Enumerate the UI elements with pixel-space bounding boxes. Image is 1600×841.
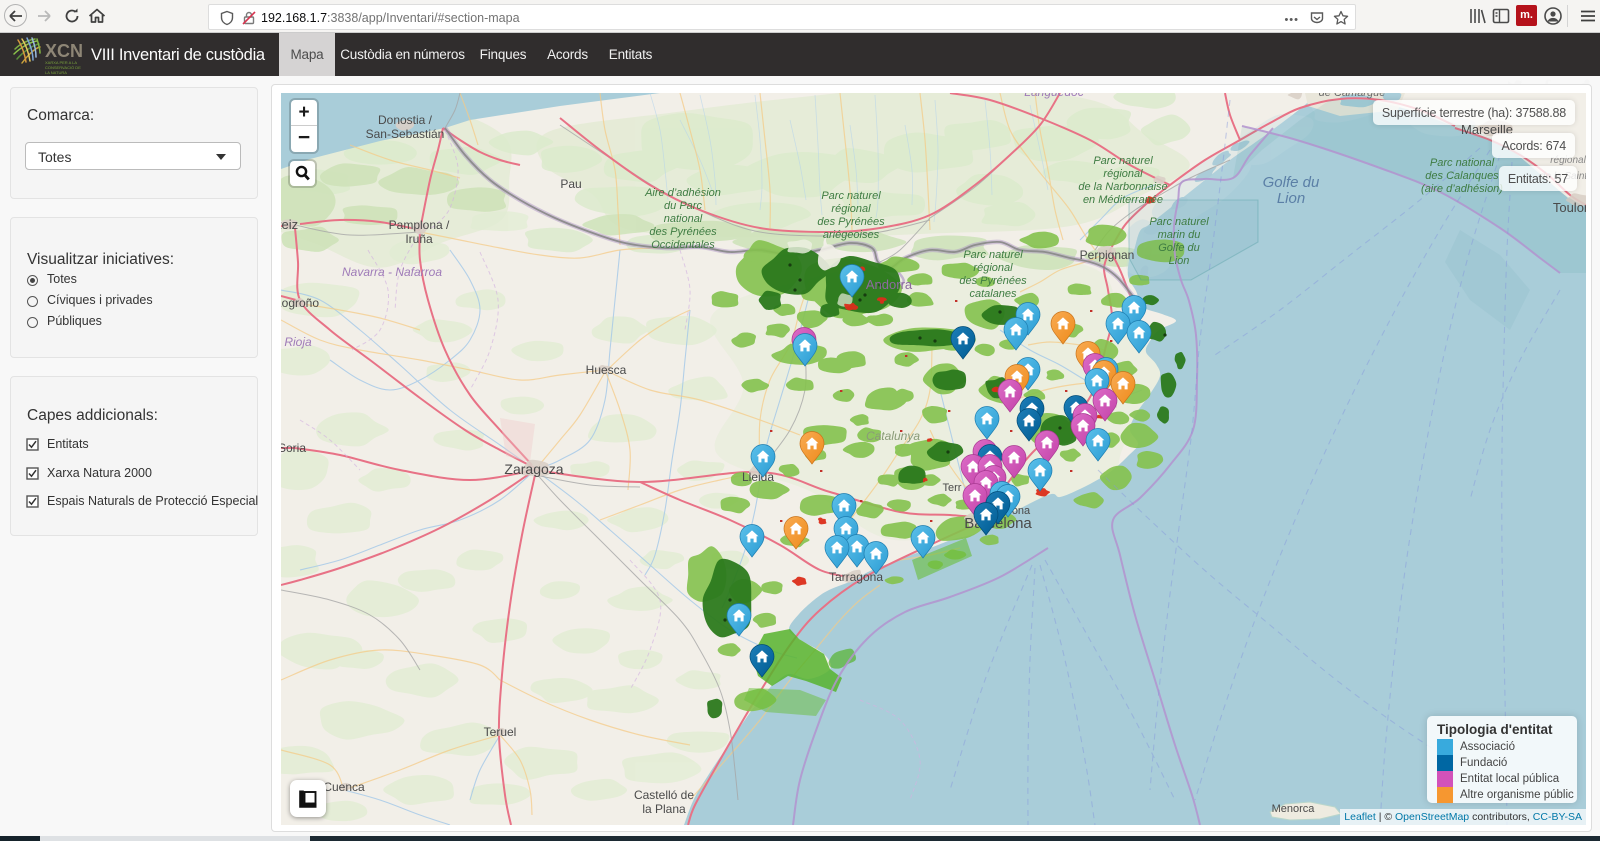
svg-text:régional: régional [831,203,871,215]
svg-text:catalanes: catalanes [969,288,1017,300]
svg-text:Parc national: Parc national [1430,157,1495,169]
svg-text:Languedoc: Languedoc [1024,93,1083,99]
svg-text:Parc naturel: Parc naturel [821,190,881,202]
svg-text:Cuenca: Cuenca [323,780,365,794]
svg-text:Pau: Pau [560,177,581,191]
svg-text:de la Narbonnaise: de la Narbonnaise [1078,181,1167,193]
svg-text:Golfe du: Golfe du [1158,242,1200,254]
svg-text:la Plana: la Plana [642,802,686,816]
svg-text:régional: régional [973,262,1013,274]
svg-text:Teruel: Teruel [484,725,517,739]
svg-text:Menorca: Menorca [1272,803,1316,815]
svg-text:Parc naturel: Parc naturel [1149,216,1209,228]
svg-text:LA NATURA: LA NATURA [45,70,67,75]
svg-text:Soria: Soria [281,441,306,455]
svg-text:Aire d’adhésion: Aire d’adhésion [644,187,721,199]
svg-text:national: national [664,213,703,225]
svg-text:ariégeoises: ariégeoises [823,229,880,241]
svg-text:Parc naturel: Parc naturel [963,249,1023,261]
svg-text:en Méditerranée: en Méditerranée [1083,194,1163,206]
svg-text:des Calanques: des Calanques [1425,170,1499,182]
svg-text:teiz: teiz [281,217,298,232]
svg-text:Donostia /: Donostia / [378,113,433,127]
svg-text:Lion: Lion [1169,255,1190,267]
svg-text:Lion: Lion [1277,190,1305,207]
svg-text:Navarra - Nafarroa: Navarra - Nafarroa [342,265,442,279]
svg-text:Zaragoza: Zaragoza [504,461,563,477]
svg-text:Parc naturel: Parc naturel [1093,155,1153,167]
svg-text:Logroño: Logroño [281,296,319,310]
svg-text:des Pyrénées: des Pyrénées [959,275,1027,287]
svg-text:Toulon: Toulon [1553,200,1586,215]
svg-text:Iruña: Iruña [405,232,433,246]
svg-text:XCN: XCN [45,41,83,61]
svg-text:Occidentales: Occidentales [651,239,715,251]
svg-text:a Rioja: a Rioja [281,335,312,349]
svg-text:Castelló de: Castelló de [634,788,694,802]
svg-text:du Parc: du Parc [664,200,702,212]
svg-text:(aire d’adhésion): (aire d’adhésion) [1421,183,1503,195]
svg-text:Catalunya: Catalunya [866,429,920,443]
svg-text:San-Sebastián: San-Sebastián [366,127,445,141]
svg-text:marin du: marin du [1158,229,1201,241]
svg-text:des Pyrénées: des Pyrénées [817,216,885,228]
svg-text:de Camargue: de Camargue [1319,93,1386,99]
svg-text:Perpignan: Perpignan [1080,248,1135,262]
svg-text:Golfe du: Golfe du [1263,174,1320,191]
svg-text:régional: régional [1103,168,1143,180]
svg-text:Lleida: Lleida [742,470,774,484]
svg-text:Pamplona /: Pamplona / [389,218,450,232]
svg-text:Andorra: Andorra [866,277,913,292]
svg-text:Huesca: Huesca [586,363,627,377]
svg-text:Terr: Terr [943,482,962,494]
svg-text:des Pyrénées: des Pyrénées [649,226,717,238]
